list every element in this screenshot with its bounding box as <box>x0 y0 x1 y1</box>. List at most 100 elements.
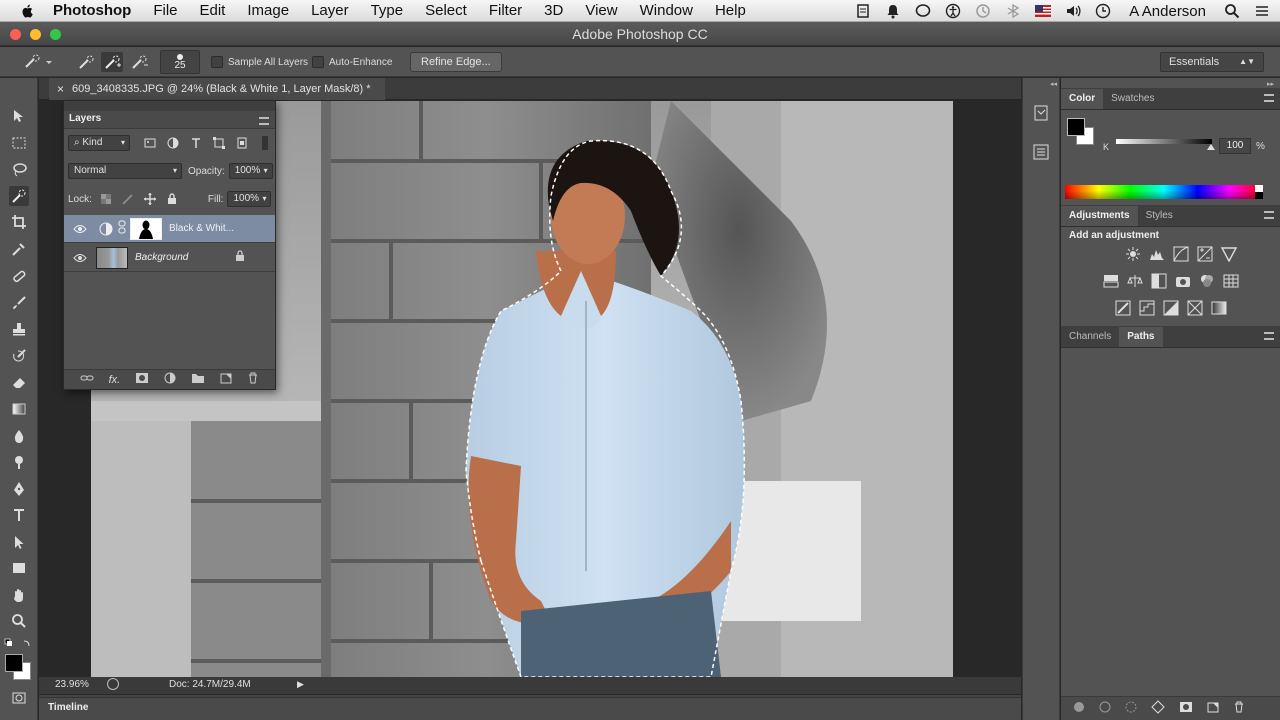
exposure-icon[interactable] <box>1197 246 1213 262</box>
add-to-selection-brush-button[interactable] <box>101 52 123 72</box>
k-value-field[interactable]: 100 <box>1219 138 1251 154</box>
new-group-folder-icon[interactable] <box>191 372 205 387</box>
opacity-field[interactable]: 100% ▾ <box>228 163 273 179</box>
channel-mixer-icon[interactable] <box>1199 273 1215 289</box>
eye-visibility-icon[interactable] <box>70 224 90 234</box>
fill-field[interactable]: 100% ▾ <box>227 191 272 207</box>
blend-mode-dropdown[interactable]: Normal ▾ <box>68 163 182 179</box>
app-menu[interactable]: Photoshop <box>53 2 131 19</box>
status-info-icon[interactable] <box>107 678 119 690</box>
layer-row-background[interactable]: Background <box>64 244 275 272</box>
crop-tool-icon[interactable] <box>9 212 29 232</box>
menu-view[interactable]: View <box>585 2 617 19</box>
curves-icon[interactable] <box>1173 246 1189 262</box>
user-name[interactable]: A Anderson <box>1129 3 1206 20</box>
filter-kind-dropdown[interactable]: ⌕ Kind ▾ <box>68 135 130 151</box>
eraser-tool-icon[interactable] <box>9 372 29 392</box>
tab-swatches[interactable]: Swatches <box>1103 89 1162 109</box>
menu-image[interactable]: Image <box>247 2 289 19</box>
vibrance-icon[interactable] <box>1220 246 1237 262</box>
threshold-icon[interactable] <box>1163 300 1179 316</box>
bluetooth-icon[interactable] <box>1005 3 1021 19</box>
auto-enhance-checkbox[interactable]: Auto-Enhance <box>312 52 392 72</box>
stroke-path-icon[interactable] <box>1099 701 1111 716</box>
hue-saturation-icon[interactable] <box>1103 273 1119 289</box>
tab-color[interactable]: Color <box>1061 89 1104 109</box>
new-path-icon[interactable] <box>1207 701 1219 716</box>
color-lookup-icon[interactable] <box>1223 273 1239 289</box>
quick-selection-tool-icon[interactable] <box>9 186 29 206</box>
status-menu-arrow-icon[interactable]: ▶ <box>297 679 304 690</box>
clipboard-icon[interactable] <box>855 3 871 19</box>
menu-type[interactable]: Type <box>371 2 404 19</box>
brush-size-picker[interactable]: 25 <box>160 50 200 74</box>
new-adjustment-layer-icon[interactable] <box>164 372 176 387</box>
clock-icon[interactable] <box>1095 3 1111 19</box>
lock-position-icon[interactable] <box>143 193 156 205</box>
apple-menu-icon[interactable] <box>18 3 38 19</box>
color-swatches[interactable] <box>5 654 33 682</box>
spotlight-search-icon[interactable] <box>1224 3 1240 19</box>
list-menu-icon[interactable] <box>1254 3 1270 19</box>
lock-all-icon[interactable] <box>166 193 178 205</box>
color-panel-foreground-swatch[interactable] <box>1067 118 1085 136</box>
history-brush-tool-icon[interactable] <box>9 346 29 366</box>
layer-row-black-white[interactable]: Black & Whit... <box>64 215 275 243</box>
white-swatch[interactable] <box>1255 185 1263 192</box>
panel-menu-icon[interactable] <box>1264 332 1274 340</box>
new-selection-brush-button[interactable] <box>76 52 96 72</box>
mask-link-icon[interactable] <box>118 220 126 237</box>
menu-file[interactable]: File <box>153 2 177 19</box>
layer-mask-thumbnail[interactable] <box>130 217 162 240</box>
document-tab[interactable]: × 609_3408335.JPG @ 24% (Black & White 1… <box>49 78 385 100</box>
time-machine-icon[interactable] <box>975 3 991 19</box>
layer-name[interactable]: Black & Whit... <box>169 223 234 234</box>
delete-path-trash-icon[interactable] <box>1233 701 1245 716</box>
notification-icon[interactable] <box>885 3 901 19</box>
zoom-level[interactable]: 23.96% <box>55 679 89 690</box>
add-mask-icon[interactable] <box>1179 701 1193 716</box>
menu-filter[interactable]: Filter <box>489 2 522 19</box>
levels-icon[interactable] <box>1149 246 1165 262</box>
refine-edge-button[interactable]: Refine Edge... <box>410 52 502 72</box>
menu-help[interactable]: Help <box>715 2 746 19</box>
new-layer-icon[interactable] <box>220 372 232 387</box>
timeline-panel-bar[interactable]: Timeline <box>39 697 1021 720</box>
tab-layers[interactable]: Layers <box>69 113 101 124</box>
workspace-switcher[interactable]: Essentials ▲▼ <box>1160 52 1264 72</box>
tab-adjustments[interactable]: Adjustments <box>1061 206 1138 226</box>
volume-icon[interactable] <box>1065 3 1081 19</box>
menu-select[interactable]: Select <box>425 2 467 19</box>
dodge-tool-icon[interactable] <box>9 452 29 472</box>
lasso-tool-icon[interactable] <box>9 160 29 180</box>
sample-all-layers-checkbox[interactable]: Sample All Layers <box>211 52 308 72</box>
type-tool-icon[interactable] <box>9 505 29 525</box>
brightness-contrast-icon[interactable] <box>1125 246 1141 262</box>
history-panel-icon[interactable] <box>1032 104 1050 125</box>
selective-color-icon[interactable] <box>1187 300 1203 316</box>
properties-panel-icon[interactable] <box>1032 143 1050 164</box>
clone-stamp-tool-icon[interactable] <box>9 319 29 339</box>
load-path-as-selection-icon[interactable] <box>1125 701 1137 716</box>
minimize-window-button[interactable] <box>30 29 41 40</box>
healing-brush-tool-icon[interactable] <box>9 266 29 286</box>
lock-transparent-icon[interactable] <box>100 193 112 205</box>
foreground-color-swatch[interactable] <box>5 654 23 672</box>
menu-layer[interactable]: Layer <box>311 2 349 19</box>
panel-menu-icon[interactable] <box>1264 211 1274 219</box>
layer-style-fx-icon[interactable]: fx. <box>109 374 121 386</box>
k-slider-track[interactable] <box>1116 139 1212 144</box>
black-swatch[interactable] <box>1255 192 1263 199</box>
background-layer-thumbnail[interactable] <box>96 246 128 269</box>
add-mask-icon[interactable] <box>135 372 149 387</box>
subtract-from-selection-brush-button[interactable] <box>129 52 149 72</box>
eyedropper-tool-icon[interactable] <box>9 239 29 259</box>
make-path-from-selection-icon[interactable] <box>1151 700 1165 717</box>
gradient-tool-icon[interactable] <box>9 399 29 419</box>
layer-name[interactable]: Background <box>135 252 188 263</box>
panel-menu-icon[interactable] <box>1264 94 1274 102</box>
fill-path-icon[interactable] <box>1073 701 1085 716</box>
invert-icon[interactable] <box>1115 300 1131 316</box>
hand-tool-icon[interactable] <box>9 585 29 605</box>
tab-styles[interactable]: Styles <box>1138 206 1181 226</box>
